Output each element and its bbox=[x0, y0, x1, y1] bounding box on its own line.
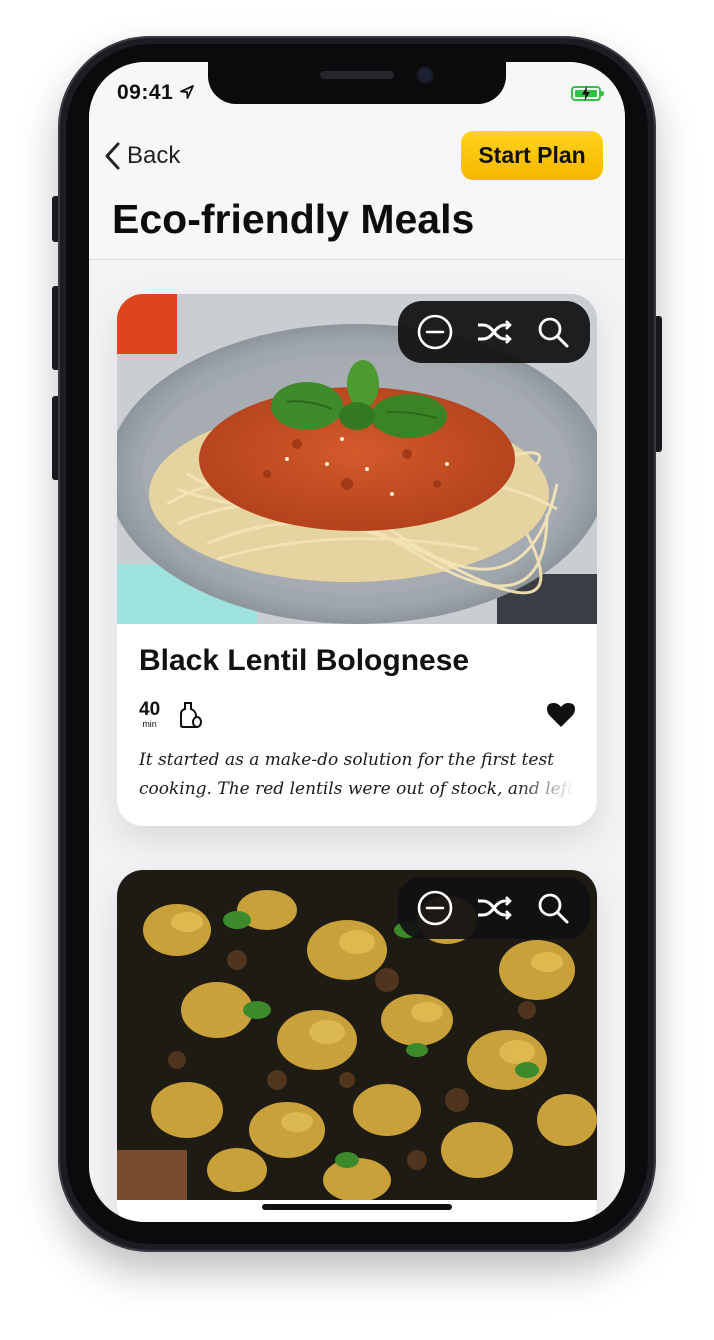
favorite-heart-icon[interactable] bbox=[547, 702, 575, 728]
minus-circle-icon bbox=[418, 314, 453, 350]
search-button[interactable] bbox=[531, 310, 575, 354]
remove-button[interactable] bbox=[413, 310, 457, 354]
start-plan-button[interactable]: Start Plan bbox=[461, 131, 603, 180]
minus-circle-icon bbox=[418, 890, 453, 926]
shuffle-icon bbox=[477, 320, 512, 344]
home-indicator[interactable] bbox=[262, 1204, 452, 1210]
image-toolbar bbox=[398, 301, 590, 363]
shuffle-icon bbox=[477, 896, 512, 920]
remove-button[interactable] bbox=[413, 886, 457, 930]
swap-button[interactable] bbox=[472, 886, 516, 930]
back-button[interactable]: Back bbox=[103, 140, 180, 172]
battery-icon bbox=[571, 86, 604, 101]
speaker-grille bbox=[320, 71, 394, 79]
meal-list[interactable]: Black Lentil Bolognese 40 min It started… bbox=[89, 261, 625, 1222]
cooking-time: 40 min bbox=[139, 700, 160, 729]
meal-card[interactable]: Black Lentil Bolognese 40 min It started… bbox=[117, 294, 597, 826]
chevron-left-icon bbox=[105, 142, 120, 170]
meal-description: It started as a make-do solution for the… bbox=[139, 746, 575, 806]
app-screen: 09:41 Back Start Plan Eco-friendly Meals bbox=[89, 62, 625, 1222]
page-title: Eco-friendly Meals bbox=[112, 196, 475, 242]
search-button[interactable] bbox=[531, 886, 575, 930]
bottle-icon bbox=[180, 702, 203, 728]
meal-card[interactable] bbox=[117, 870, 597, 1222]
search-icon bbox=[538, 317, 569, 348]
cooking-time-value: 40 bbox=[139, 699, 161, 720]
status-time: 09:41 bbox=[117, 81, 174, 104]
image-toolbar bbox=[398, 877, 590, 939]
cooking-time-unit: min bbox=[142, 719, 157, 729]
meal-title: Black Lentil Bolognese bbox=[139, 644, 470, 677]
swap-button[interactable] bbox=[472, 310, 516, 354]
charging-bolt-icon bbox=[582, 86, 590, 101]
front-camera bbox=[418, 68, 432, 82]
notch bbox=[208, 62, 506, 104]
meal-meta: 40 min bbox=[139, 700, 204, 730]
search-icon bbox=[538, 893, 569, 924]
location-arrow-icon bbox=[180, 85, 194, 99]
back-label: Back bbox=[127, 142, 181, 169]
